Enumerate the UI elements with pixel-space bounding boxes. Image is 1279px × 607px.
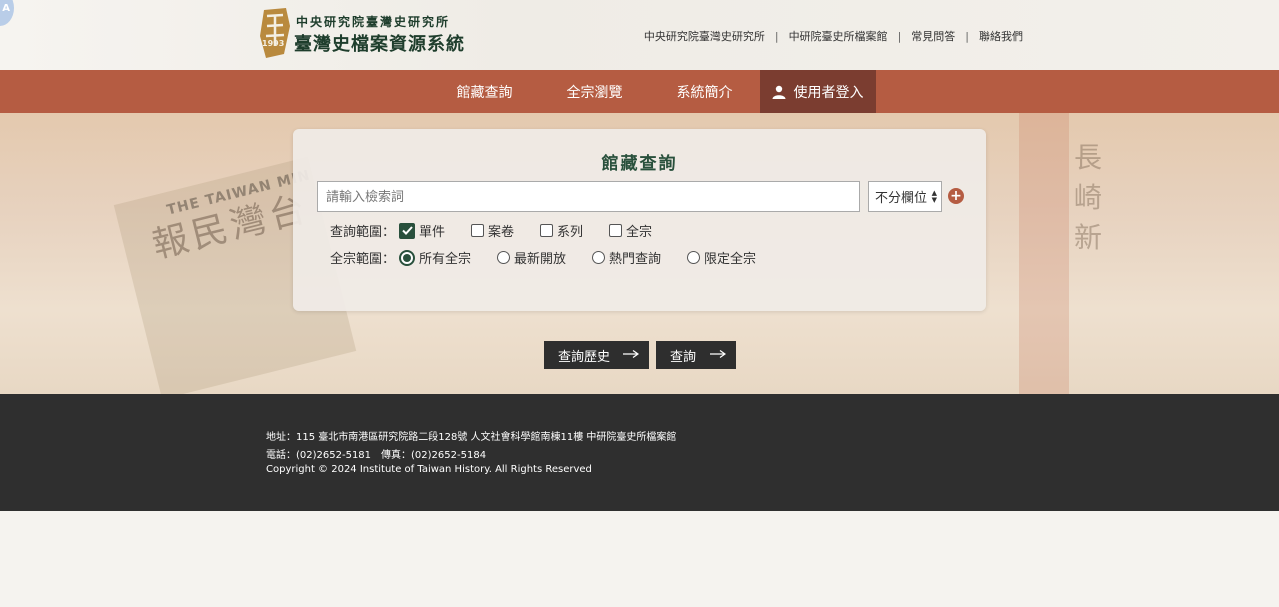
scope-option-label: 案卷 <box>488 225 515 240</box>
nav-item-about[interactable]: 系統簡介 <box>650 70 760 113</box>
fonds-option-latest[interactable]: 最新開放 <box>497 248 566 267</box>
site-footer: 地址：115 臺北市南港區研究院路二段128號 人文社會科學館南棟11樓 中研院… <box>0 394 1279 511</box>
arrow-right-icon <box>710 350 726 358</box>
fonds-label: 全宗範圍： <box>330 252 396 267</box>
top-link-contact[interactable]: 聯絡我們 <box>979 28 1023 44</box>
scope-row: 查詢範圍： 單件 案卷 系列 全宗 <box>330 221 678 240</box>
footer-phone: 電話：(02)2652-5181 傳真：(02)2652-5184 <box>266 450 487 461</box>
checkbox-icon[interactable] <box>471 224 485 237</box>
top-link-faq[interactable]: 常見問答 <box>911 28 955 44</box>
search-panel: 館藏查詢 不分欄位 ▲▼ + 查詢範圍： 單件 案卷 系列 全宗 全宗範圍： <box>293 129 986 311</box>
logo-system-name: 臺灣史檔案資源系統 <box>294 34 465 55</box>
search-input[interactable] <box>317 181 860 212</box>
field-select-value: 不分欄位 <box>875 191 928 206</box>
scope-label: 查詢範圍： <box>330 225 396 240</box>
login-label: 使用者登入 <box>793 84 864 101</box>
scope-option-item[interactable]: 單件 <box>399 221 445 240</box>
calligraphy-image: 長崎新 <box>1074 141 1103 254</box>
field-select[interactable]: 不分欄位 ▲ ▼ <box>868 181 942 212</box>
scope-option-label: 系列 <box>557 225 584 240</box>
checkbox-icon[interactable] <box>540 224 554 237</box>
fonds-row: 全宗範圍： 所有全宗 最新開放 熱門查詢 限定全宗 <box>330 248 782 267</box>
search-button-label: 查詢 <box>670 349 697 365</box>
link-separator: | <box>965 29 969 43</box>
nav-item-fonds-browse[interactable]: 全宗瀏覽 <box>540 70 650 113</box>
main-nav: 館藏查詢 全宗瀏覽 系統簡介 使用者登入 <box>0 70 1279 113</box>
scope-option-label: 全宗 <box>626 225 653 240</box>
search-history-label: 查詢歷史 <box>558 349 611 365</box>
accessibility-badge[interactable]: A <box>0 0 14 26</box>
fonds-option-label: 最新開放 <box>514 252 567 267</box>
footer-copyright: Copyright © 2024 Institute of Taiwan His… <box>266 464 592 475</box>
nav-item-collection-search[interactable]: 館藏查詢 <box>430 70 540 113</box>
logo-year: 1993 <box>262 39 284 48</box>
user-icon <box>772 85 785 99</box>
site-header: A 1993 中央研究院臺灣史研究所 臺灣史檔案資源系統 中央研究院臺灣史研究所… <box>0 0 1279 70</box>
logo-institution: 中央研究院臺灣史研究所 <box>296 15 451 29</box>
checkbox-checked-icon[interactable] <box>399 222 415 239</box>
logo-seal-icon: 1993 <box>260 8 290 58</box>
search-panel-title: 館藏查詢 <box>601 154 678 174</box>
link-separator: | <box>774 29 779 43</box>
add-condition-button[interactable]: + <box>948 188 964 204</box>
top-link-ith[interactable]: 中央研究院臺灣史研究所 <box>644 28 765 44</box>
fonds-option-label: 限定全宗 <box>704 252 757 267</box>
fonds-option-label: 熱門查詢 <box>609 252 662 267</box>
fonds-option-popular[interactable]: 熱門查詢 <box>592 248 661 267</box>
site-logo[interactable]: 1993 中央研究院臺灣史研究所 臺灣史檔案資源系統 <box>258 6 464 62</box>
scope-option-series[interactable]: 系列 <box>540 221 583 240</box>
fonds-option-label: 所有全宗 <box>419 252 472 267</box>
search-history-button[interactable]: 查詢歷史 <box>544 341 649 369</box>
radio-icon[interactable] <box>687 251 701 264</box>
scope-option-label: 單件 <box>419 225 446 240</box>
top-link-archives[interactable]: 中研院臺史所檔案館 <box>789 28 888 44</box>
arrow-right-icon <box>623 350 639 358</box>
search-button[interactable]: 查詢 <box>656 341 736 369</box>
scope-option-file[interactable]: 案卷 <box>471 221 514 240</box>
select-arrows-icon: ▲ ▼ <box>931 189 937 204</box>
page-bottom-background <box>0 511 1279 607</box>
scope-option-fonds[interactable]: 全宗 <box>609 221 652 240</box>
radio-checked-icon[interactable] <box>399 249 415 266</box>
login-button[interactable]: 使用者登入 <box>759 70 876 113</box>
checkbox-icon[interactable] <box>609 224 623 237</box>
link-separator: | <box>897 29 902 43</box>
radio-icon[interactable] <box>592 251 606 264</box>
top-links: 中央研究院臺灣史研究所 | 中研院臺史所檔案館 | 常見問答 | 聯絡我們 <box>644 28 1023 44</box>
fonds-option-restricted[interactable]: 限定全宗 <box>687 248 756 267</box>
radio-icon[interactable] <box>497 251 511 264</box>
fonds-option-all[interactable]: 所有全宗 <box>399 248 471 267</box>
document-strip-image <box>1019 113 1069 394</box>
footer-address: 地址：115 臺北市南港區研究院路二段128號 人文社會科學館南棟11樓 中研院… <box>266 432 677 443</box>
